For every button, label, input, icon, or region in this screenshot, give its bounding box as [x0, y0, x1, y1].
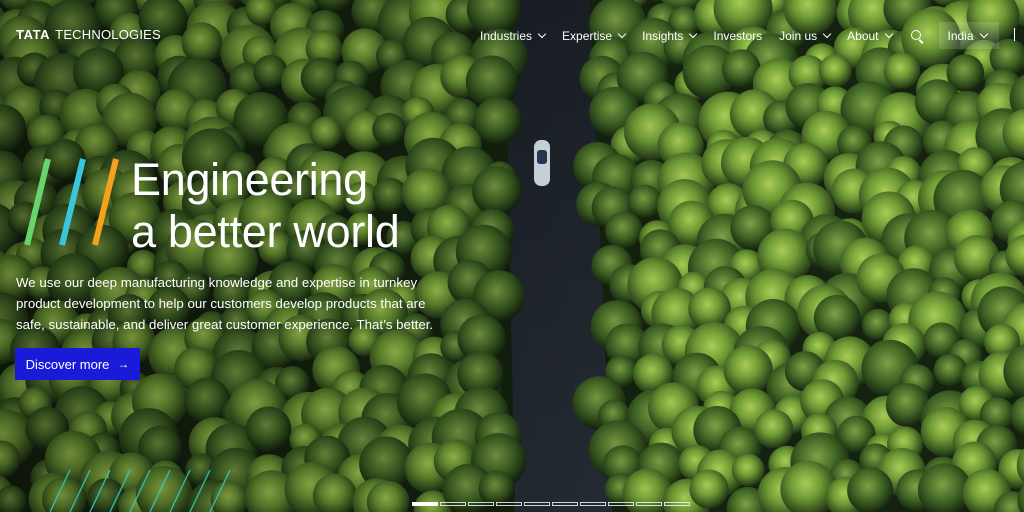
carousel-dot[interactable]	[468, 502, 494, 506]
nav-item-about[interactable]: About	[847, 29, 893, 43]
menu-edge-icon	[1013, 28, 1015, 41]
nav-label: Expertise	[562, 29, 613, 43]
nav-item-expertise[interactable]: Expertise	[562, 29, 627, 43]
chevron-down-icon	[617, 29, 627, 39]
nav-item-investors[interactable]: Investors	[713, 29, 762, 43]
headline-line-1: Engineering	[131, 154, 368, 205]
country-selector[interactable]: India	[938, 22, 999, 49]
arrow-right-icon: →	[117, 357, 130, 371]
carousel-dot[interactable]	[664, 502, 690, 506]
chevron-down-icon	[979, 29, 988, 38]
headline-line-2: a better world	[131, 206, 400, 257]
nav-label: Industries	[480, 29, 533, 43]
brand-stripes-icon	[24, 158, 119, 246]
nav-item-insights[interactable]: Insights	[642, 29, 698, 43]
carousel-dot[interactable]	[496, 502, 522, 506]
search-icon[interactable]	[910, 29, 924, 43]
nav-item-join-us[interactable]: Join us	[779, 29, 832, 43]
nav-label: Join us	[779, 29, 818, 43]
logo-text: TECHNOLOGIES	[55, 27, 161, 42]
discover-more-button[interactable]: Discover more →	[15, 348, 140, 380]
carousel-dot[interactable]	[552, 502, 578, 506]
carousel-dot[interactable]	[580, 502, 606, 506]
chevron-down-icon	[822, 29, 832, 39]
nav-label: Investors	[713, 29, 763, 43]
chevron-down-icon	[537, 29, 547, 39]
carousel-dot[interactable]	[608, 502, 634, 506]
chevron-down-icon	[689, 29, 698, 39]
carousel-dot[interactable]	[636, 502, 662, 506]
hero-headline: Engineering a better world	[131, 154, 400, 258]
logo-text-bold: TATA	[16, 27, 51, 42]
chevron-down-icon	[884, 29, 893, 39]
cta-label: Discover more	[25, 356, 110, 372]
carousel-pagination	[412, 502, 690, 506]
carousel-dot[interactable]	[412, 502, 438, 506]
nav-label: Insights	[642, 29, 684, 43]
country-label: India	[947, 28, 974, 43]
nav-item-industries[interactable]: Industries	[480, 29, 547, 43]
main-menu: Industries Expertise Insights Investors …	[480, 22, 999, 49]
carousel-dot[interactable]	[524, 502, 550, 506]
top-navigation: TATA TECHNOLOGIES Industries Expertise I…	[0, 0, 1024, 70]
nav-label: About	[847, 29, 879, 43]
decorative-lines-icon	[50, 470, 231, 512]
tata-technologies-logo[interactable]: TATA TECHNOLOGIES	[16, 27, 161, 42]
hero-description: We use our deep manufacturing knowledge …	[16, 275, 434, 332]
carousel-dot[interactable]	[440, 502, 466, 506]
